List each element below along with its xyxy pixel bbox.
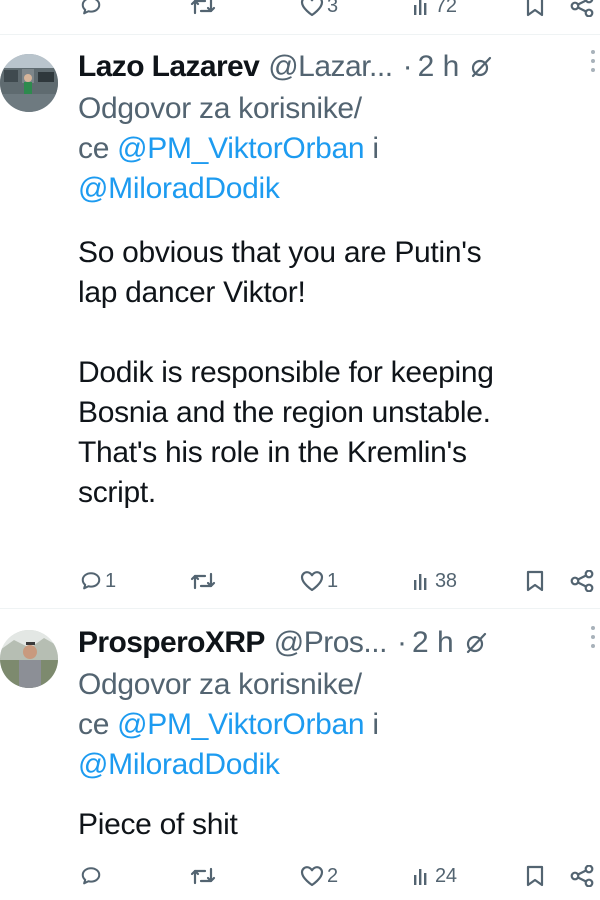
tweet-header: ProsperoXRP @Pros... · 2 h [78, 623, 600, 663]
mention-link[interactable]: @PM_ViktorOrban [117, 132, 364, 165]
display-name[interactable]: ProsperoXRP [78, 626, 265, 660]
share-icon [570, 570, 596, 592]
views-button[interactable]: 38 [412, 563, 457, 599]
user-handle[interactable]: @Lazar... [268, 50, 393, 84]
bookmark-icon [526, 0, 544, 17]
tweet-text: Piece of shit [78, 808, 238, 841]
divider [0, 608, 600, 609]
like-button[interactable]: 1 [300, 563, 338, 599]
bookmark-button[interactable] [526, 0, 544, 24]
replying-to: Odgovor za korisnike/ ce @PM_ViktorOrban… [78, 665, 590, 785]
heart-icon [300, 570, 324, 592]
replying-to-label-cont: ce [78, 708, 118, 741]
tweet-actions: 1 1 38 [0, 563, 600, 599]
divider [0, 34, 600, 35]
grok-icon[interactable] [464, 631, 488, 655]
replying-to: Odgovor za korisnike/ ce @PM_ViktorOrban… [78, 89, 590, 209]
mention-link[interactable]: @MiloradDodik [78, 748, 280, 781]
reply-button[interactable]: 1 [80, 563, 116, 599]
grok-icon[interactable] [469, 55, 493, 79]
avatar[interactable] [0, 630, 58, 688]
tweet-header: Lazo Lazarev @Lazar... · 2 h [78, 47, 600, 87]
retweet-icon [190, 570, 216, 592]
views-button[interactable]: 24 [412, 858, 457, 894]
reply-icon [80, 0, 102, 17]
retweet-button[interactable] [190, 0, 216, 24]
like-button[interactable]: 2 [300, 858, 338, 894]
retweet-button[interactable] [190, 858, 219, 894]
retweet-icon [190, 0, 216, 17]
bookmark-icon [526, 570, 544, 592]
separator-dot: · [402, 50, 413, 83]
views-icon [412, 865, 432, 887]
retweet-icon [190, 865, 216, 887]
retweet-button[interactable] [190, 563, 219, 599]
replying-to-label: Odgovor za korisnike/ [78, 668, 362, 701]
like-count: 3 [327, 0, 338, 17]
avatar[interactable] [0, 54, 58, 112]
replying-to-label-cont: ce [78, 132, 118, 165]
heart-icon [300, 865, 324, 887]
bookmark-button[interactable] [526, 858, 544, 894]
reply-button[interactable] [80, 858, 105, 894]
reply-icon [80, 570, 102, 592]
share-button[interactable] [570, 563, 596, 599]
views-button[interactable]: 72 [412, 0, 457, 24]
more-options-icon[interactable] [591, 50, 595, 72]
user-handle[interactable]: @Pros... [274, 626, 388, 660]
mention-link[interactable]: @PM_ViktorOrban [117, 708, 364, 741]
views-count: 72 [435, 0, 457, 17]
like-count: 1 [327, 569, 338, 592]
views-icon [412, 0, 432, 17]
share-button[interactable] [570, 858, 596, 894]
reply-count: 1 [105, 569, 116, 592]
share-icon [570, 0, 596, 17]
replying-to-conj: i [364, 132, 379, 165]
heart-icon [300, 0, 324, 17]
share-icon [570, 865, 596, 887]
tweet[interactable]: ProsperoXRP @Pros... · 2 h Odgovor za ko… [0, 620, 600, 900]
previous-tweet-actions: 3 72 [0, 0, 600, 24]
like-count: 2 [327, 864, 338, 887]
timestamp[interactable]: 2 h [418, 50, 460, 84]
reply-icon [80, 865, 102, 887]
tweet-actions: 2 24 [0, 858, 600, 894]
replying-to-conj: i [364, 708, 379, 741]
reply-button[interactable] [80, 0, 102, 24]
replying-to-label: Odgovor za korisnike/ [78, 92, 362, 125]
tweet-text: So obvious that you are Putin's lap danc… [78, 236, 494, 509]
more-options-icon[interactable] [591, 626, 595, 648]
share-button[interactable] [570, 0, 596, 24]
mention-link[interactable]: @MiloradDodik [78, 172, 280, 205]
like-button[interactable]: 3 [300, 0, 338, 24]
separator-dot: · [396, 626, 407, 659]
tweet[interactable]: Lazo Lazarev @Lazar... · 2 h Odgovor za … [0, 44, 600, 604]
views-count: 24 [435, 864, 457, 887]
display-name[interactable]: Lazo Lazarev [78, 50, 260, 84]
views-count: 38 [435, 569, 457, 592]
bookmark-icon [526, 865, 544, 887]
views-icon [412, 570, 432, 592]
timestamp[interactable]: 2 h [412, 626, 454, 660]
bookmark-button[interactable] [526, 563, 544, 599]
